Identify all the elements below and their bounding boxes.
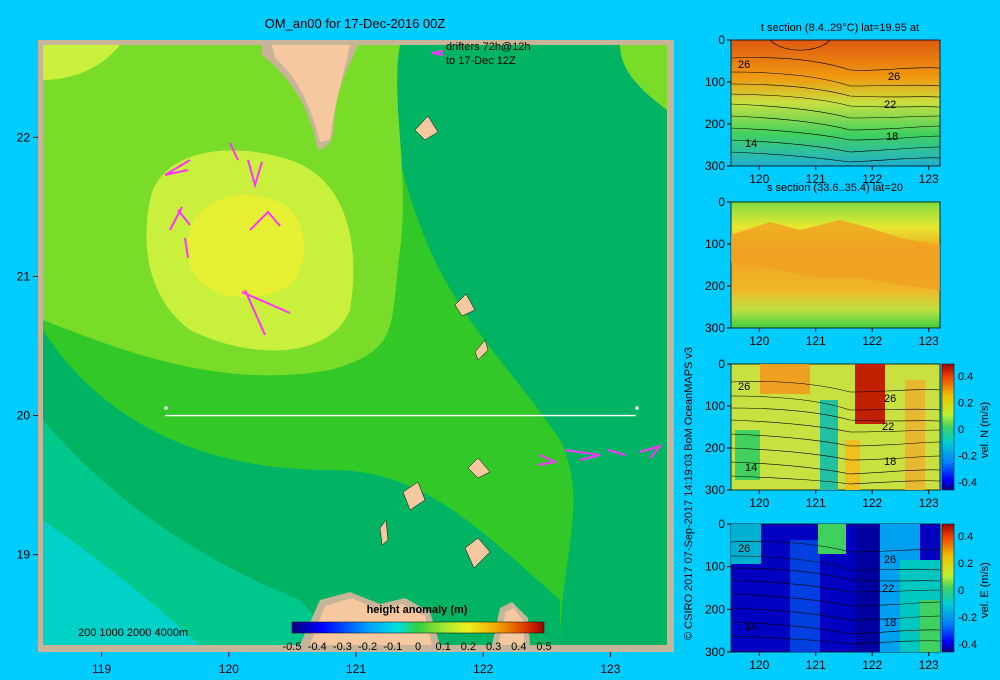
contour-label: 26 <box>888 71 900 83</box>
section-start-marker <box>164 406 168 410</box>
x-tick-label: 122 <box>862 334 882 348</box>
contour-label: 14 <box>745 138 757 150</box>
x-tick-label: 121 <box>806 496 826 510</box>
x-tick-label: 120 <box>219 662 239 676</box>
x-tick-label: 121 <box>806 334 826 348</box>
map-title: OM_an00 for 17-Dec-2016 00Z <box>265 16 446 31</box>
contour-label: 18 <box>884 617 896 629</box>
x-tick-label: 120 <box>749 658 769 672</box>
contour-label: 26 <box>738 59 750 71</box>
y-tick-label: 200 <box>705 441 725 455</box>
y-tick-label: 0 <box>718 195 725 209</box>
colorbar-tick-label: 0.4 <box>511 641 526 653</box>
colorbar-tick-label: -0.5 <box>283 641 302 653</box>
colorbar-tick-label: -0.4 <box>958 477 977 489</box>
figure: OM_an00 for 17-Dec-2016 00Z drifters 72h… <box>17 16 991 676</box>
x-tick-label: 120 <box>749 496 769 510</box>
y-tick-label: 100 <box>705 75 725 89</box>
colorbar-tick-label: 0.1 <box>436 641 451 653</box>
y-tick-label: 19 <box>17 548 31 562</box>
contour-label: 14 <box>745 462 757 474</box>
colorbar-tick-label: 0 <box>415 641 421 653</box>
colorbar-tick-label: 0.2 <box>958 398 973 410</box>
s-section-panel <box>730 201 941 329</box>
contour-label: 26 <box>884 393 896 405</box>
y-tick-label: 300 <box>705 645 725 659</box>
colorbar-tick-label: 0 <box>958 424 964 436</box>
y-tick-label: 0 <box>718 517 725 531</box>
t-section-title: t section (8.4..29°C) lat=19.95 at <box>761 22 919 34</box>
colorbar-tick-label: 0.4 <box>958 531 973 543</box>
colorbar-tick-label: -0.2 <box>958 451 977 463</box>
drifter-note-2: to 17-Dec 12Z <box>446 55 516 67</box>
contour-label: 22 <box>884 99 896 111</box>
x-tick-label: 119 <box>92 662 111 676</box>
x-tick-label: 120 <box>749 172 769 186</box>
colorbar-tick-label: -0.2 <box>958 612 977 624</box>
y-tick-label: 200 <box>705 279 725 293</box>
vel-e-label: vel. E (m/s) <box>979 562 991 618</box>
colorbar-tick-label: 0.4 <box>958 371 973 383</box>
colorbar-tick-label: -0.4 <box>308 641 327 653</box>
s-section-title: s section (33.6..35.4) lat=20 <box>767 182 903 194</box>
colorbar-tick-label: 0.2 <box>958 558 973 570</box>
colorbar-tick-label: 0.2 <box>461 641 476 653</box>
y-tick-label: 200 <box>705 117 725 131</box>
depth-legend: 200 1000 2000 4000m <box>78 627 188 639</box>
colorbar-tick-labels: -0.5 -0.4 -0.3 -0.2 -0.1 0 0.1 0.2 0.3 0.4 0.5 <box>283 641 552 653</box>
contour-label: 18 <box>886 131 898 143</box>
height-anomaly-field <box>43 45 667 645</box>
vel-n-colorbar <box>941 363 955 491</box>
x-tick-label: 123 <box>919 172 939 186</box>
x-tick-label: 120 <box>749 334 769 348</box>
y-tick-label: 100 <box>705 237 725 251</box>
colorbar-tick-label: -0.2 <box>358 641 377 653</box>
colorbar-tick-label: -0.1 <box>383 641 402 653</box>
y-tick-label: 300 <box>705 159 725 173</box>
contour-label: 26 <box>884 554 896 566</box>
vel-n-label: vel. N (m/s) <box>979 402 991 458</box>
y-tick-label: 300 <box>705 483 725 497</box>
contour-label: 18 <box>884 456 896 468</box>
y-tick-label: 100 <box>705 560 725 574</box>
x-tick-label: 123 <box>919 496 939 510</box>
y-tick-label: 22 <box>17 130 31 144</box>
x-tick-label: 121 <box>346 662 366 676</box>
credit-text: © CSIRO 2017 07-Sep-2017 14:19:03 BoM Oc… <box>683 347 695 640</box>
colorbar-tick-label: -0.4 <box>958 639 977 651</box>
x-tick-label: 121 <box>806 658 826 672</box>
contour-label: 26 <box>738 543 750 555</box>
vel-e-panel: 26 26 22 18 14 <box>730 523 941 653</box>
y-tick-label: 20 <box>17 409 31 423</box>
x-tick-label: 121 <box>806 172 826 186</box>
vel-n-panel: 26 26 22 18 14 <box>730 363 941 491</box>
colorbar-tick-label: 0.5 <box>536 641 551 653</box>
colorbar-tick-label: 0.3 <box>486 641 501 653</box>
drifter-note-1: drifters 72h@12h <box>446 41 531 53</box>
y-tick-label: 0 <box>718 357 725 371</box>
colorbar-tick-label: -0.3 <box>333 641 352 653</box>
colorbar-tick-label: 0 <box>958 585 964 597</box>
y-tick-label: 200 <box>705 602 725 616</box>
x-tick-label: 122 <box>862 496 882 510</box>
contour-label: 22 <box>882 583 894 595</box>
x-tick-label: 122 <box>862 172 882 186</box>
t-section-panel: 26 26 22 18 14 <box>730 39 941 167</box>
y-tick-label: 300 <box>705 321 725 335</box>
height-anomaly-colorbar <box>291 621 545 634</box>
x-tick-label: 123 <box>919 334 939 348</box>
section-end-marker <box>635 406 639 410</box>
vel-e-colorbar <box>941 523 955 653</box>
y-tick-label: 0 <box>718 33 725 47</box>
colorbar-title: height anomaly (m) <box>367 604 468 616</box>
contour-label: 14 <box>745 621 757 633</box>
x-tick-label: 122 <box>862 658 882 672</box>
x-tick-label: 123 <box>600 662 620 676</box>
x-tick-label: 122 <box>473 662 493 676</box>
contour-label: 26 <box>738 381 750 393</box>
x-tick-label: 123 <box>919 658 939 672</box>
y-tick-label: 21 <box>17 269 31 283</box>
contour-label: 22 <box>882 421 894 433</box>
y-tick-label: 100 <box>705 399 725 413</box>
